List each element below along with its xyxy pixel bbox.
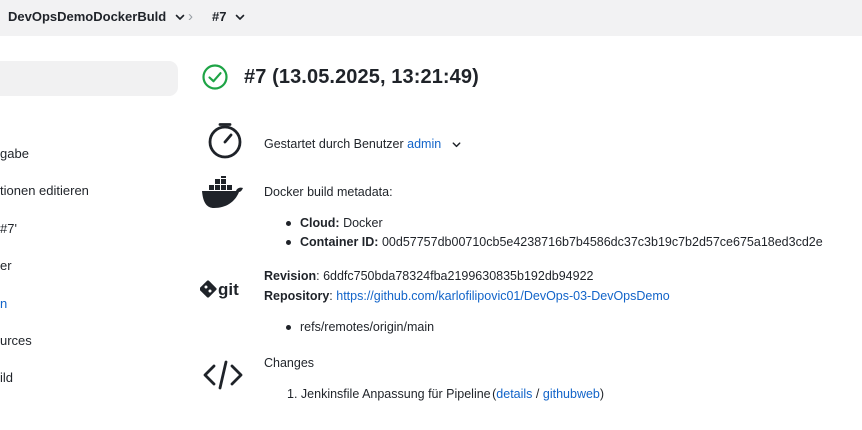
change-separator: / <box>535 387 540 401</box>
sidebar-item-sources[interactable]: urces <box>0 333 32 348</box>
breadcrumb-build-label[interactable]: #7 <box>212 9 226 24</box>
git-revision-value: 6ddfc750bda78324fba2199630835b192db94922 <box>323 269 594 283</box>
breadcrumb-separator-icon: › <box>188 8 193 25</box>
changes-heading: Changes <box>264 356 315 370</box>
breadcrumb-build[interactable]: #7 <box>212 9 246 24</box>
started-by-user-link[interactable]: admin <box>407 137 441 151</box>
change-index: 1. <box>287 387 298 401</box>
list-item: Cloud: Docker <box>286 214 823 233</box>
build-main: #7 (13.05.2025, 13:21:49) Gestartet durc… <box>190 36 862 430</box>
breadcrumb-job[interactable]: DevOpsDemoDockerBuld <box>8 9 186 24</box>
docker-cloud-key: Cloud: <box>300 216 340 230</box>
chevron-down-icon[interactable] <box>174 11 186 23</box>
git-icon: git <box>200 269 246 309</box>
git-revision-label: Revision <box>264 269 317 283</box>
change-text: Jenkinsfile Anpassung für Pipeline <box>300 387 491 401</box>
docker-metadata-list: Cloud: Docker Container ID: 00d57757db00… <box>286 214 823 252</box>
page-title: #7 (13.05.2025, 13:21:49) <box>244 65 479 88</box>
git-logo-text: git <box>218 280 239 299</box>
change-close-paren: ) <box>599 387 605 401</box>
breadcrumb-job-label[interactable]: DevOpsDemoDockerBuld <box>8 9 166 24</box>
sidebar-item-console[interactable]: gabe <box>0 146 29 161</box>
started-by-text: Gestartet durch Benutzer <box>264 137 404 151</box>
sidebar-item-delete-build[interactable]: #7' <box>0 221 17 236</box>
list-item: refs/remotes/origin/main <box>286 318 434 337</box>
git-repository-link[interactable]: https://github.com/karlofilipovic01/DevO… <box>336 289 669 303</box>
sidebar: gabe tionen editieren #7' er n urces ild <box>0 36 190 430</box>
docker-icon <box>200 173 246 213</box>
sidebar-item-docker[interactable]: er <box>0 258 12 273</box>
check-circle-icon <box>202 64 228 90</box>
git-branches-list: refs/remotes/origin/main <box>286 318 434 337</box>
docker-container-value: 00d57757db00710cb5e4238716b7b4586dc37c3b… <box>381 235 823 249</box>
build-header: #7 (13.05.2025, 13:21:49) <box>202 64 479 90</box>
sidebar-search-box[interactable] <box>0 61 178 96</box>
git-revision: Revision: 6ddfc750bda78324fba2199630835b… <box>264 269 594 283</box>
docker-heading: Docker build metadata: <box>264 185 393 199</box>
git-repository: Repository: https://github.com/karlofili… <box>264 289 670 303</box>
git-repository-label: Repository <box>264 289 330 303</box>
sidebar-item-edit-info[interactable]: tionen editieren <box>0 183 89 198</box>
started-by: Gestartet durch Benutzer admin <box>264 137 462 151</box>
sidebar-item-build[interactable]: ild <box>0 370 13 385</box>
change-githubweb-link[interactable]: githubweb <box>543 387 600 401</box>
chevron-down-icon[interactable] <box>234 11 246 23</box>
list-item: Container ID: 00d57757db00710cb5e4238716… <box>286 233 823 252</box>
docker-container-key: Container ID: <box>300 235 379 249</box>
docker-cloud-value: Docker <box>343 216 383 230</box>
change-details-link[interactable]: details <box>496 387 532 401</box>
breadcrumb: DevOpsDemoDockerBuld › #7 <box>0 0 862 36</box>
sidebar-item-active[interactable]: n <box>0 296 7 311</box>
chevron-down-icon[interactable] <box>451 139 462 150</box>
change-item: 1. Jenkinsfile Anpassung für Pipeline (d… <box>287 387 604 401</box>
timer-icon <box>202 121 248 161</box>
code-icon <box>200 355 246 395</box>
